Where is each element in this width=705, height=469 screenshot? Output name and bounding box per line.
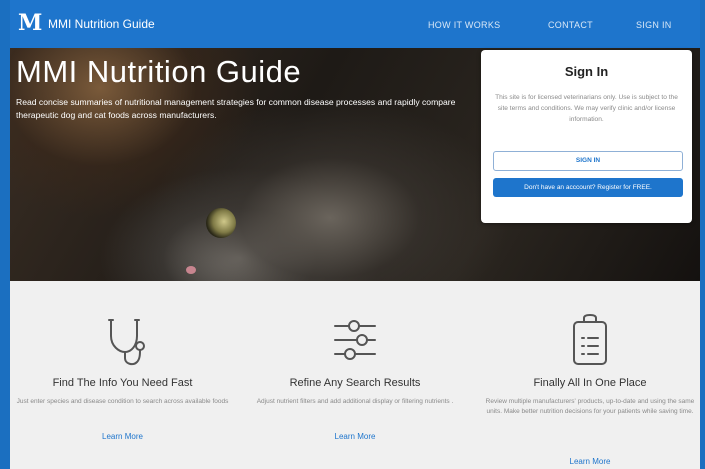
learn-more-link[interactable]: Learn More (240, 432, 470, 441)
feature-find-info: Find The Info You Need Fast Just enter s… (10, 310, 235, 460)
register-button[interactable]: Don't have an acccount? Register for FRE… (493, 178, 683, 197)
hero-description: Read concise summaries of nutritional ma… (16, 97, 456, 120)
feature-title: Refine Any Search Results (289, 377, 421, 389)
learn-more-link[interactable]: Learn More (480, 457, 700, 466)
feature-all-in-one: Finally All In One Place Review multiple… (480, 310, 700, 469)
learn-more-link[interactable]: Learn More (10, 432, 235, 441)
sign-in-card: Sign In This site is for licensed veteri… (481, 50, 692, 223)
sign-in-title: Sign In (564, 64, 609, 79)
nav-how-it-works[interactable]: HOW IT WORKS (428, 20, 500, 30)
brand-name[interactable]: MMI Nutrition Guide (48, 17, 155, 31)
feature-refine-search: Refine Any Search Results Adjust nutrien… (240, 310, 470, 460)
sliders-icon (334, 320, 376, 360)
feature-title: Finally All In One Place (533, 377, 647, 389)
feature-description: Adjust nutrient filters and add addition… (256, 398, 454, 405)
top-navbar: M MMI Nutrition Guide HOW IT WORKS CONTA… (10, 0, 700, 48)
cat-photo-eye (206, 208, 236, 238)
cat-photo-nose (186, 266, 196, 274)
sign-in-notice: This site is for licensed veterinarians … (495, 94, 678, 123)
feature-title: Find The Info You Need Fast (52, 377, 193, 389)
stethoscope-icon (107, 319, 145, 366)
logo-icon[interactable]: M (18, 12, 42, 34)
clipboard-icon (573, 314, 607, 365)
sign-in-button[interactable]: SIGN IN (493, 151, 683, 171)
nav-sign-in[interactable]: SIGN IN (636, 20, 672, 30)
feature-description: Just enter species and disease condition… (16, 398, 229, 405)
page-frame: M MMI Nutrition Guide HOW IT WORKS CONTA… (10, 0, 700, 469)
feature-description: Review multiple manufacturers' products,… (485, 398, 695, 415)
hero-title: MMI Nutrition Guide (16, 54, 302, 89)
nav-contact[interactable]: CONTACT (548, 20, 593, 30)
